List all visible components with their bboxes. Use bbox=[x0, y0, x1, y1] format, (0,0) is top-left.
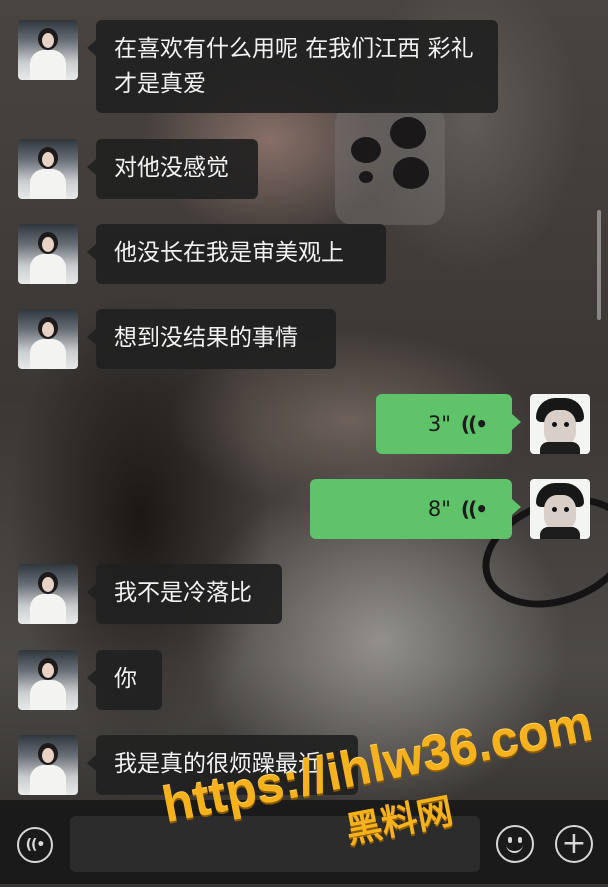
message-text: 想到没结果的事情 bbox=[114, 325, 298, 351]
plus-glyph: + bbox=[561, 826, 587, 861]
voice-waves-icon: ((• bbox=[460, 496, 488, 521]
message-input[interactable] bbox=[70, 816, 480, 872]
voice-message-bubble[interactable]: 8" ((• bbox=[310, 479, 521, 539]
message-text: 对他没感觉 bbox=[114, 155, 229, 181]
message-text: 你 bbox=[114, 666, 137, 692]
message-text: 我不是冷落比 bbox=[114, 580, 252, 606]
my-avatar[interactable] bbox=[530, 394, 590, 454]
voice-duration: 3" bbox=[427, 411, 451, 436]
voice-message-bubble[interactable]: 3" ((• bbox=[376, 394, 521, 454]
voice-input-toggle-icon[interactable]: ((• bbox=[17, 827, 53, 863]
message-bubble[interactable]: 我不是冷落比 bbox=[87, 564, 282, 624]
wallpaper-phone-case bbox=[335, 105, 445, 225]
voice-duration: 8" bbox=[427, 496, 451, 521]
friend-avatar[interactable] bbox=[18, 139, 78, 199]
my-avatar[interactable] bbox=[530, 479, 590, 539]
plus-icon[interactable]: + bbox=[555, 825, 593, 863]
voice-toggle-glyph: ((• bbox=[25, 837, 46, 853]
message-bubble[interactable]: 他没长在我是审美观上 bbox=[87, 224, 386, 284]
message-text: 在喜欢有什么用呢 在我们江西 彩礼才是真爱 bbox=[114, 36, 474, 97]
friend-avatar[interactable] bbox=[18, 20, 78, 80]
friend-avatar[interactable] bbox=[18, 735, 78, 795]
message-bubble[interactable]: 想到没结果的事情 bbox=[87, 309, 336, 369]
message-text: 他没长在我是审美观上 bbox=[114, 240, 344, 266]
message-bubble[interactable]: 我是真的很烦躁最近 bbox=[87, 735, 358, 795]
voice-waves-icon: ((• bbox=[460, 411, 488, 436]
friend-avatar[interactable] bbox=[18, 564, 78, 624]
friend-avatar[interactable] bbox=[18, 224, 78, 284]
emoji-icon[interactable] bbox=[496, 825, 534, 863]
message-bubble[interactable]: 你 bbox=[87, 650, 162, 710]
message-text: 我是真的很烦躁最近 bbox=[114, 751, 321, 777]
scrollbar[interactable] bbox=[597, 210, 601, 320]
friend-avatar[interactable] bbox=[18, 650, 78, 710]
message-bubble[interactable]: 对他没感觉 bbox=[87, 139, 258, 199]
friend-avatar[interactable] bbox=[18, 309, 78, 369]
message-bubble[interactable]: 在喜欢有什么用呢 在我们江西 彩礼才是真爱 bbox=[87, 20, 498, 113]
